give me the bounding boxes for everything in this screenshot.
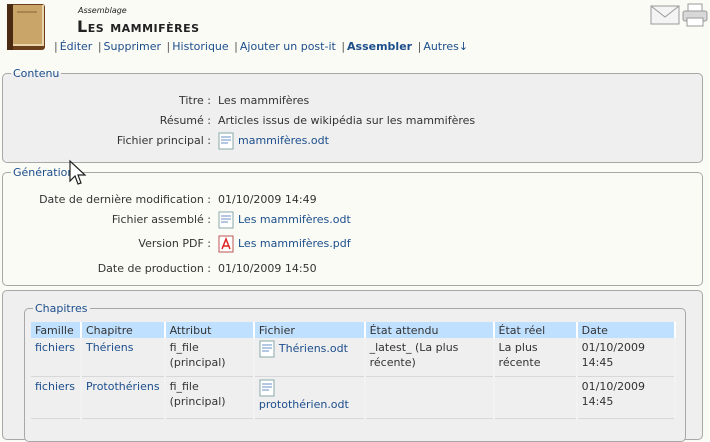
generation-legend: Génération [13,166,75,179]
fichier-assemble-link[interactable]: Les mammifères.odt [238,213,351,226]
date-cell: 01/10/2009 14:45 [576,338,677,377]
fichier-principal: mammifères.odt [218,132,329,150]
fichier-assemble: Les mammifères.odt [218,211,351,229]
date-modification-label: Date de dernière modification : [39,193,211,206]
fichier-link[interactable]: Thériens.odt [279,342,348,355]
document-icon [259,379,275,396]
book-icon [7,4,45,50]
chapitres-legend: Chapitres [35,302,88,315]
col-chapitre[interactable]: Chapitre [80,322,166,338]
add-postit-link[interactable]: Ajouter un post-it [240,40,336,53]
document-icon [259,340,275,358]
etat-reel-cell [493,376,578,419]
chapitres-table: Famille Chapitre Attribut Fichier État a… [31,322,677,419]
assemble-link[interactable]: Assembler [347,40,412,53]
table-row: fichiers Thériens fi_file (principal) Th… [31,338,677,377]
date-production-label: Date de production : [97,262,211,275]
col-date[interactable]: Date [576,322,677,338]
pdf-link[interactable]: Les mammifères.pdf [238,237,351,250]
page-title: Les mammifères [77,17,200,36]
date-modification-value: 01/10/2009 14:49 [218,193,317,206]
resume-label: Résumé : [159,114,211,127]
document-kind: Assemblage [78,6,127,15]
fichier-assemble-label: Fichier assemblé : [111,213,211,226]
etat-attendu-cell [364,376,495,419]
pdf-label: Version PDF : [138,237,211,250]
fichier-principal-link[interactable]: mammifères.odt [238,134,329,147]
delete-link[interactable]: Supprimer [104,40,162,53]
attribut-cell: fi_file (principal) [164,376,255,419]
fichier-cell: protothérien.odt [253,376,366,419]
fichier-principal-label: Fichier principal : [116,134,211,147]
table-header-row: Famille Chapitre Attribut Fichier État a… [31,322,677,338]
titre-label: Titre : [178,94,211,107]
titre-value: Les mammifères [218,94,310,107]
mail-icon[interactable] [650,5,680,25]
etat-attendu-cell: _latest_ (La plus récente) [364,338,495,377]
page-header: Assemblage Les mammifères | Éditer | Suppr… [0,0,710,62]
chapitre-link[interactable]: Thériens [86,341,134,354]
date-production-value: 01/10/2009 14:50 [218,262,317,275]
more-menu-link[interactable]: Autres↓ [423,40,468,53]
fichier-cell: Thériens.odt [253,338,366,377]
col-attribut[interactable]: Attribut [164,322,255,338]
fichier-link[interactable]: protothérien.odt [259,398,349,411]
chapitre-link[interactable]: Protothériens [86,380,160,393]
famille-link[interactable]: fichiers [35,380,75,393]
contenu-legend: Contenu [13,67,60,80]
edit-link[interactable]: Éditer [60,40,93,53]
pdf-icon [218,235,234,253]
col-etat-attendu[interactable]: État attendu [364,322,495,338]
col-fichier[interactable]: Fichier [253,322,366,338]
col-etat-reel[interactable]: État réel [493,322,578,338]
resume-value: Articles issus de wikipédia sur les mamm… [218,114,476,127]
date-cell: 01/10/2009 14:45 [576,376,677,419]
printer-icon[interactable] [682,3,708,27]
famille-link[interactable]: fichiers [35,341,75,354]
table-row: fichiers Protothériens fi_file (principa… [31,376,677,419]
document-icon [218,211,234,229]
pdf-file: Les mammifères.pdf [218,235,351,253]
history-link[interactable]: Historique [172,40,228,53]
mouse-cursor-icon [69,159,87,185]
col-famille[interactable]: Famille [31,322,82,338]
action-bar: | Éditer | Supprimer | Historique | Ajouter … [54,40,469,53]
document-icon [218,132,234,150]
etat-reel-cell: La plus récente [493,338,578,377]
attribut-cell: fi_file (principal) [164,338,255,377]
